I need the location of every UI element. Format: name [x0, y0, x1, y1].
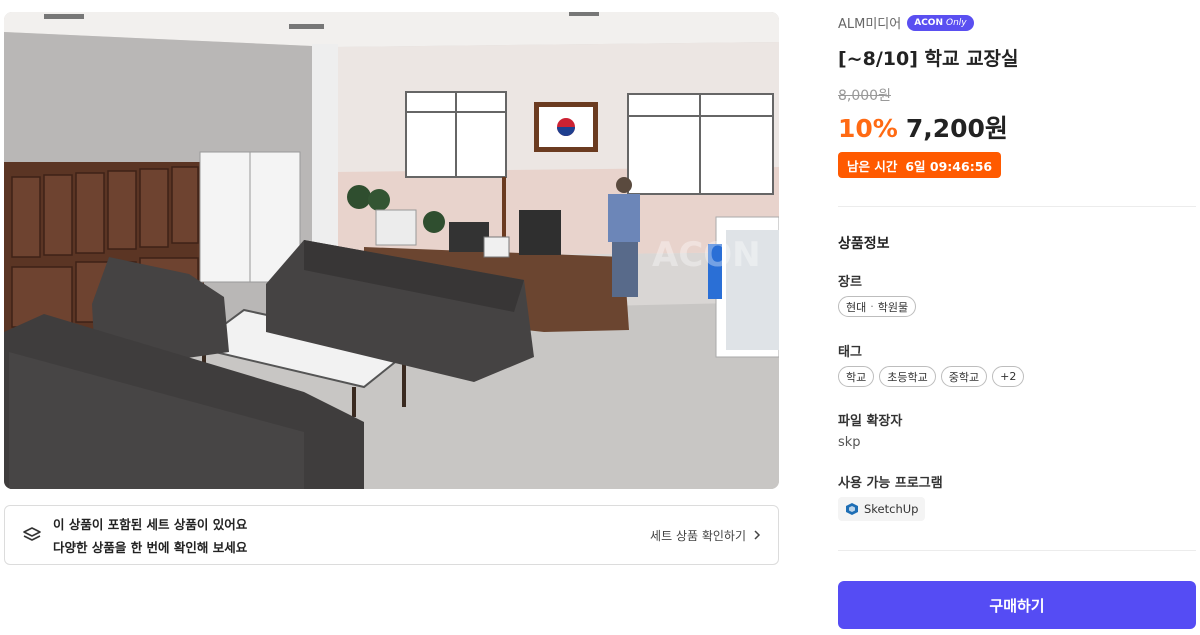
product-title: [~8/10] 학교 교장실 — [838, 48, 1019, 70]
badge-suffix: Only — [946, 17, 967, 28]
genre-chips: 현대 · 학원물 — [838, 296, 917, 317]
sale-price: 7,200원 — [905, 114, 1008, 143]
discount-rate: 10% — [838, 114, 898, 143]
program-label: 사용 가능 프로그램 — [838, 476, 943, 491]
tag-label: 태그 — [838, 345, 862, 360]
set-product-notice[interactable]: 이 상품이 포함된 세트 상품이 있어요 다양한 상품을 한 번에 확인해 보세… — [4, 505, 779, 565]
divider — [838, 206, 1196, 207]
timer-value: 6일 09:46:56 — [905, 158, 993, 174]
genre-b: 학원물 — [877, 300, 909, 314]
divider — [838, 550, 1196, 551]
product-page: ACON 이 상품이 포함된 세트 상품이 있어요 다양한 상품을 한 번에 확… — [0, 0, 1200, 635]
layers-icon — [23, 527, 41, 541]
program-name: SketchUp — [864, 502, 919, 516]
product-info-title: 상품정보 — [838, 236, 890, 252]
tag-chip[interactable]: 학교 — [838, 366, 875, 387]
price-row: 10% 7,200원 — [838, 109, 1008, 145]
principal-office-render: ACON — [4, 12, 779, 489]
program-badge: SketchUp — [838, 497, 926, 521]
set-notice-text: 이 상품이 포함된 세트 상품이 있어요 다양한 상품을 한 번에 확인해 보세… — [53, 514, 650, 556]
file-extension-value: skp — [838, 435, 861, 450]
timer-label: 남은 시간 — [847, 158, 898, 174]
original-price: 8,000원 — [838, 88, 891, 104]
watermark-text: ACON — [652, 235, 761, 275]
set-notice-line1: 이 상품이 포함된 세트 상품이 있어요 — [53, 517, 248, 532]
genre-a: 현대 — [846, 300, 867, 314]
acon-only-badge: ACON Only — [907, 14, 974, 31]
set-notice-line2: 다양한 상품을 한 번에 확인해 보세요 — [53, 540, 248, 555]
product-info-panel: ALM미디어 ACON Only [~8/10] 학교 교장실 8,000원 1… — [838, 0, 1196, 635]
seller-name[interactable]: ALM미디어 — [838, 13, 901, 32]
remaining-time-badge: 남은 시간 6일 09:46:56 — [838, 152, 1002, 178]
tag-chip[interactable]: 초등학교 — [879, 366, 936, 387]
seller-row: ALM미디어 ACON Only — [838, 13, 974, 32]
genre-label: 장르 — [838, 275, 862, 290]
product-preview-image[interactable]: ACON — [4, 12, 779, 489]
genre-chip[interactable]: 현대 · 학원물 — [838, 296, 917, 317]
badge-brand: ACON — [914, 17, 943, 28]
tag-chip[interactable]: 중학교 — [940, 366, 988, 387]
tag-chips: 학교 초등학교 중학교 +2 — [838, 366, 1025, 387]
file-extension-label: 파일 확장자 — [838, 414, 903, 429]
genre-separator: · — [870, 300, 874, 313]
chevron-right-icon — [754, 530, 761, 540]
view-set-products-label: 세트 상품 확인하기 — [650, 528, 746, 543]
sketchup-icon — [846, 503, 858, 515]
buy-button[interactable]: 구매하기 — [838, 581, 1196, 629]
tag-more-chip[interactable]: +2 — [992, 366, 1025, 387]
view-set-products-link[interactable]: 세트 상품 확인하기 — [650, 527, 762, 544]
